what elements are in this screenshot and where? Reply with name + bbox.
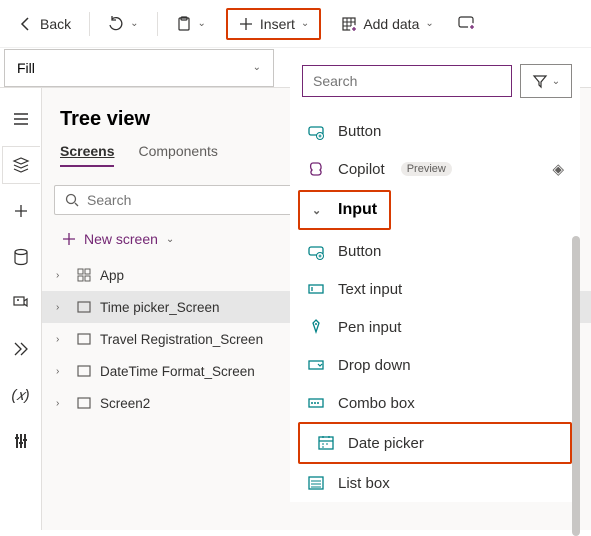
new-screen-label: New screen bbox=[84, 231, 158, 247]
add-data-button[interactable]: Add data ⌄ bbox=[331, 10, 443, 38]
expand-icon: › bbox=[56, 366, 68, 377]
screen-icon bbox=[76, 331, 92, 347]
insert-item-drop-down[interactable]: Drop down bbox=[290, 346, 580, 384]
screen-icon bbox=[76, 395, 92, 411]
insert-search-input[interactable] bbox=[302, 65, 512, 97]
copilot-icon bbox=[306, 159, 326, 179]
scrollbar[interactable] bbox=[572, 236, 580, 536]
insert-item-label: Button bbox=[338, 123, 381, 140]
insert-label: Insert bbox=[260, 16, 295, 32]
back-button[interactable]: Back bbox=[8, 10, 81, 38]
insert-item[interactable]: Copilot Preview ◈ bbox=[290, 150, 580, 188]
textinput-icon bbox=[306, 279, 326, 299]
expand-icon: › bbox=[56, 270, 68, 281]
date-icon bbox=[316, 433, 336, 453]
chevron-down-icon: ⌄ bbox=[301, 18, 309, 29]
rail-tools[interactable] bbox=[2, 422, 40, 460]
chevron-down-icon: ⌄ bbox=[552, 76, 560, 87]
rail-tree-view[interactable] bbox=[2, 146, 40, 184]
tree-item-label: Time picker_Screen bbox=[100, 300, 220, 315]
filter-button[interactable]: ⌄ bbox=[520, 64, 572, 98]
insert-item-label: Drop down bbox=[338, 357, 411, 374]
insert-button[interactable]: Insert ⌄ bbox=[228, 10, 319, 38]
property-label: Fill bbox=[17, 60, 35, 76]
plus-icon bbox=[62, 232, 76, 246]
insert-item-text-input[interactable]: Text input bbox=[290, 270, 580, 308]
screen-icon bbox=[76, 299, 92, 315]
screen-plus-icon bbox=[458, 16, 476, 32]
insert-item-label: Date picker bbox=[348, 435, 424, 452]
paste-button[interactable]: ⌄ bbox=[166, 10, 216, 38]
insert-item-label: Button bbox=[338, 243, 381, 260]
chevron-down-icon: ⌄ bbox=[166, 234, 174, 245]
tab-screens[interactable]: Screens bbox=[60, 143, 114, 167]
tree-item-label: DateTime Format_Screen bbox=[100, 364, 255, 379]
rail-flows[interactable] bbox=[2, 330, 40, 368]
tab-components[interactable]: Components bbox=[138, 143, 217, 167]
category-label: Input bbox=[338, 201, 377, 219]
insert-item-label: Pen input bbox=[338, 319, 401, 336]
property-selector[interactable]: Fill ⌄ bbox=[4, 49, 274, 87]
undo-button[interactable]: ⌄ bbox=[98, 10, 148, 38]
dropdown-icon bbox=[306, 355, 326, 375]
tree-item-label: App bbox=[100, 268, 124, 283]
chevron-down-icon: ⌄ bbox=[198, 18, 206, 29]
insert-item-label: List box bbox=[338, 475, 390, 492]
expand-icon: › bbox=[56, 398, 68, 409]
divider bbox=[89, 12, 90, 36]
insert-item-combo-box[interactable]: Combo box bbox=[290, 384, 580, 422]
rail-variables[interactable]: (𝑥) bbox=[2, 376, 40, 414]
pen-icon bbox=[306, 317, 326, 337]
insert-item-list-box[interactable]: List box bbox=[290, 464, 580, 502]
rail-media[interactable] bbox=[2, 284, 40, 322]
back-label: Back bbox=[40, 16, 71, 32]
insert-item-label: Text input bbox=[338, 281, 402, 298]
chevron-down-icon: ⌄ bbox=[130, 18, 138, 29]
add-data-label: Add data bbox=[363, 16, 419, 32]
insert-panel: ⌄ Button Copilot Preview ◈ ⌄ Input Butto… bbox=[290, 56, 580, 502]
new-screen-toolbar-button[interactable] bbox=[448, 10, 486, 38]
data-icon bbox=[341, 16, 357, 32]
insert-item-pen-input[interactable]: Pen input bbox=[290, 308, 580, 346]
combo-icon bbox=[306, 393, 326, 413]
tree-item-label: Screen2 bbox=[100, 396, 150, 411]
chevron-down-icon: ⌄ bbox=[312, 204, 328, 217]
expand-icon: › bbox=[56, 334, 68, 345]
insert-item[interactable]: Button bbox=[290, 112, 580, 150]
rail-hamburger[interactable] bbox=[2, 100, 40, 138]
plus-icon bbox=[238, 16, 254, 32]
back-arrow-icon bbox=[18, 16, 34, 32]
filter-icon bbox=[532, 73, 548, 89]
undo-icon bbox=[108, 16, 124, 32]
insert-item-date-picker[interactable]: Date picker bbox=[300, 424, 570, 462]
app-icon bbox=[76, 267, 92, 283]
insert-item-label: Copilot bbox=[338, 161, 385, 178]
chevron-down-icon: ⌄ bbox=[253, 62, 261, 73]
insert-item-button[interactable]: Button bbox=[290, 232, 580, 270]
clipboard-icon bbox=[176, 16, 192, 32]
premium-icon: ◈ bbox=[552, 160, 564, 178]
rail-insert[interactable] bbox=[2, 192, 40, 230]
button-icon bbox=[306, 241, 326, 261]
tree-item-label: Travel Registration_Screen bbox=[100, 332, 263, 347]
chevron-down-icon: ⌄ bbox=[425, 18, 433, 29]
divider bbox=[157, 12, 158, 36]
screen-icon bbox=[76, 363, 92, 379]
rail-data[interactable] bbox=[2, 238, 40, 276]
preview-badge: Preview bbox=[401, 162, 452, 176]
list-icon bbox=[306, 473, 326, 493]
search-icon bbox=[65, 193, 79, 207]
insert-category-input[interactable]: ⌄ Input bbox=[300, 192, 389, 228]
insert-item-label: Combo box bbox=[338, 395, 415, 412]
expand-icon: › bbox=[56, 302, 68, 313]
button-icon bbox=[306, 121, 326, 141]
